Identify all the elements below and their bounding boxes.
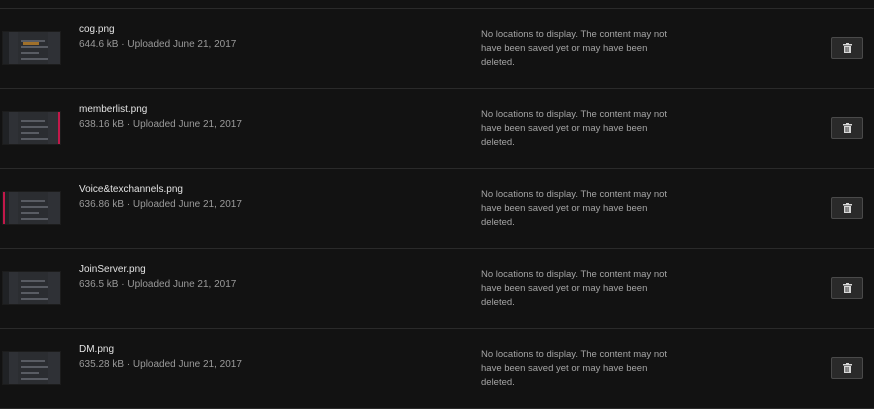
file-meta: 644.6 kB · Uploaded June 21, 2017	[79, 39, 237, 50]
upload-row: Voice&texchannels.png 636.86 kB · Upload…	[0, 169, 874, 249]
locations-message: No locations to display. The content may…	[481, 269, 668, 308]
trash-icon	[842, 363, 852, 373]
locations-message: No locations to display. The content may…	[481, 29, 668, 68]
file-name[interactable]: Voice&texchannels.png	[79, 184, 183, 195]
locations-message: No locations to display. The content may…	[481, 349, 668, 388]
uploads-list: cog.png 644.6 kB · Uploaded June 21, 201…	[0, 0, 874, 409]
file-meta: 636.86 kB · Uploaded June 21, 2017	[79, 199, 242, 210]
file-meta: 638.16 kB · Uploaded June 21, 2017	[79, 119, 242, 130]
file-meta: 636.5 kB · Uploaded June 21, 2017	[79, 279, 237, 290]
upload-thumbnail[interactable]	[2, 31, 61, 65]
upload-row: cog.png 644.6 kB · Uploaded June 21, 201…	[0, 9, 874, 89]
file-name[interactable]: DM.png	[79, 344, 114, 355]
trash-icon	[842, 283, 852, 293]
upload-row: DM.png 635.28 kB · Uploaded June 21, 201…	[0, 329, 874, 409]
upload-thumbnail[interactable]	[2, 111, 61, 145]
upload-thumbnail[interactable]	[2, 191, 61, 225]
locations-message: No locations to display. The content may…	[481, 189, 668, 228]
file-name[interactable]: cog.png	[79, 24, 115, 35]
upload-row: JoinServer.png 636.5 kB · Uploaded June …	[0, 249, 874, 329]
file-meta: 635.28 kB · Uploaded June 21, 2017	[79, 359, 242, 370]
locations-message: No locations to display. The content may…	[481, 109, 668, 148]
file-name[interactable]: JoinServer.png	[79, 264, 146, 275]
trash-icon	[842, 43, 852, 53]
delete-button[interactable]	[831, 197, 863, 219]
file-name[interactable]: memberlist.png	[79, 104, 147, 115]
delete-button[interactable]	[831, 37, 863, 59]
upload-thumbnail[interactable]	[2, 351, 61, 385]
upload-thumbnail[interactable]	[2, 271, 61, 305]
trash-icon	[842, 203, 852, 213]
delete-button[interactable]	[831, 277, 863, 299]
trash-icon	[842, 123, 852, 133]
delete-button[interactable]	[831, 117, 863, 139]
delete-button[interactable]	[831, 357, 863, 379]
upload-row: memberlist.png 638.16 kB · Uploaded June…	[0, 89, 874, 169]
